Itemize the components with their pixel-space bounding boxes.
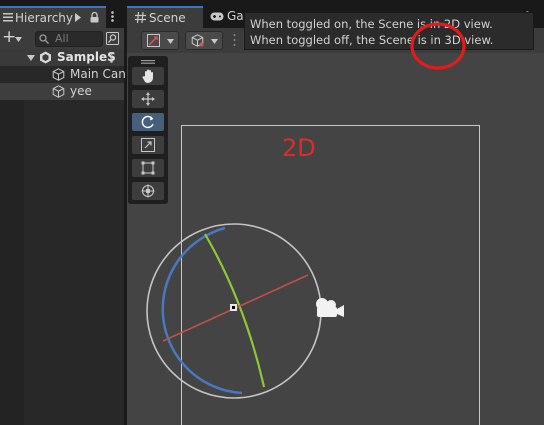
expand-arrow-icon[interactable] [27, 55, 35, 61]
rect-tool[interactable] [132, 159, 164, 177]
unity-scene-icon [39, 51, 52, 64]
pivot-icon [147, 34, 160, 47]
hierarchy-row[interactable]: Main Can [0, 66, 126, 83]
search-field[interactable]: All [35, 31, 103, 47]
gameobject-cube-icon [52, 85, 65, 98]
chevron-down-icon [211, 39, 218, 44]
hierarchy-tab-label: Hierarchy [15, 11, 74, 25]
lock-icon[interactable] [90, 12, 99, 23]
rotate-icon [141, 115, 155, 129]
search-placeholder: All [55, 32, 69, 45]
hierarchy-tab-bar: Hierarchy [0, 6, 124, 28]
scene-more-icon[interactable] [110, 52, 113, 63]
rotation-gizmo[interactable] [127, 53, 544, 425]
search-by-type-icon[interactable] [106, 32, 119, 45]
hashtag-icon [135, 12, 146, 23]
toolbar-grip-icon [233, 33, 236, 48]
scene-viewport[interactable]: 2D [127, 53, 544, 425]
tab-scene[interactable]: Scene [127, 6, 203, 28]
gizmo-center-dot [232, 306, 235, 309]
highlight-circle-annotation [410, 22, 466, 70]
gamepad-icon [210, 12, 224, 21]
scale-tool[interactable] [132, 136, 164, 154]
hierarchy-list-icon [3, 13, 13, 22]
camera-icon[interactable] [315, 297, 345, 319]
hand-tool[interactable] [132, 67, 164, 85]
hierarchy-indent-guide [0, 100, 24, 425]
move-arrows-icon [141, 92, 155, 106]
transform-icon [141, 184, 155, 198]
hierarchy-row[interactable]: yee [0, 83, 124, 100]
hierarchy-row-scene[interactable]: SampleS [0, 49, 124, 66]
tab-scene-label: Scene [149, 11, 186, 25]
search-icon [39, 34, 49, 44]
rotate-tool[interactable] [132, 113, 164, 131]
move-tool[interactable] [132, 90, 164, 108]
pivot-dropdown[interactable] [141, 31, 179, 50]
global-local-dropdown[interactable] [185, 31, 223, 50]
hierarchy-toolbar: + All [0, 27, 124, 50]
hierarchy-item-label: yee [70, 84, 92, 98]
scale-icon [141, 138, 155, 152]
hand-icon [142, 69, 155, 83]
hierarchy-item-label: Main Can [70, 67, 126, 81]
local-cube-icon [191, 34, 204, 47]
chevron-down-icon [167, 39, 174, 44]
rect-transform-icon [141, 161, 155, 175]
more-options-icon[interactable] [111, 11, 114, 22]
transform-tool[interactable] [132, 182, 164, 200]
toggle-2d-tooltip: When toggled on, the Scene is in 2D view… [244, 12, 534, 50]
scene-panel: Scene Game [127, 6, 544, 425]
caret-right-icon[interactable] [75, 13, 81, 22]
chevron-down-icon[interactable] [15, 37, 22, 42]
hierarchy-panel: Hierarchy + All SampleS Main Can yee [0, 6, 126, 425]
tool-palette [128, 56, 168, 204]
tab-hierarchy[interactable]: Hierarchy [0, 6, 106, 28]
gameobject-cube-icon [52, 68, 65, 81]
hierarchy-item-label: SampleS [57, 50, 116, 64]
palette-grip-icon[interactable] [141, 60, 155, 64]
